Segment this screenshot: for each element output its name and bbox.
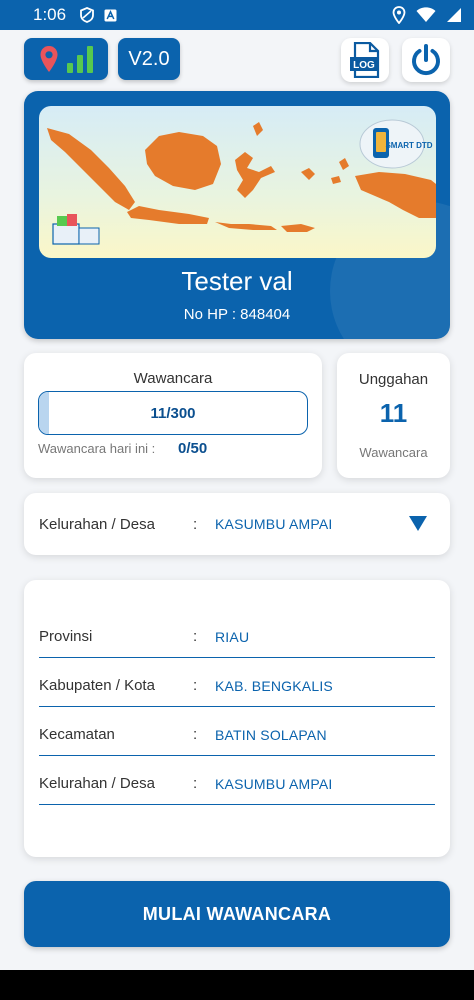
wifi-icon [416,7,436,22]
desa-dropdown-colon: : [193,515,198,533]
power-icon [412,44,440,76]
shield-icon [80,7,94,23]
desa-dropdown-value: KASUMBU AMPAI [215,516,333,532]
status-time: 1:06 [33,5,67,24]
desa-dropdown-label: Kelurahan / Desa [39,515,155,533]
app-a-icon [104,9,117,21]
smart-dtd-text: SMART DTD [385,141,432,150]
indonesia-map-banner: SMART DTD [39,106,436,258]
user-phone: No HP : 848404 [183,306,291,323]
interview-progress-bar: 11/300 [38,391,308,435]
today-interview-label: Wawancara hari ini : [38,441,156,456]
detail-colon: : [193,775,198,792]
detail-value: RIAU [215,629,250,645]
start-interview-button[interactable]: MULAI WAWANCARA [24,881,450,947]
detail-value: KASUMBU AMPAI [215,776,333,792]
detail-row-kabupaten: Kabupaten / Kota : KAB. BENGKALIS [39,659,435,707]
location-detail-card: Provinsi : RIAU Kabupaten / Kota : KAB. … [24,580,450,857]
desa-dropdown[interactable]: Kelurahan / Desa : KASUMBU AMPAI [24,493,450,555]
progress-text: 11/300 [150,404,196,422]
detail-label: Provinsi [39,628,93,645]
detail-value: BATIN SOLAPAN [215,727,327,743]
detail-label: Kecamatan [39,726,115,743]
detail-value: KAB. BENGKALIS [215,678,333,694]
interview-progress-card: Wawancara 11/300 Wawancara hari ini : 0/… [24,353,322,478]
detail-row-kecamatan: Kecamatan : BATIN SOLAPAN [39,708,435,756]
top-bar: V2.0 LOG [24,38,450,84]
signal-bars-icon [67,46,93,73]
detail-colon: : [193,726,198,743]
interview-title: Wawancara [133,370,213,387]
triangle-down-icon[interactable] [409,516,427,531]
upload-title: Unggahan [358,371,429,388]
map-pin-icon [40,46,58,72]
indonesia-map-illustration: SMART DTD [47,119,436,245]
logout-button[interactable] [402,38,450,82]
status-notification-icons [80,7,117,23]
user-name: Tester val [181,266,293,296]
cell-signal-icon [447,8,461,22]
system-navigation-bar [0,970,474,1000]
detail-colon: : [193,628,198,645]
profile-card: SMART DTD Tester val No HP : 848404 [24,91,450,339]
detail-row-kelurahan: Kelurahan / Desa : KASUMBU AMPAI [39,757,435,805]
detail-colon: : [193,677,198,694]
status-bar: 1:06 [0,0,474,30]
status-system-icons [392,6,462,24]
ballot-box-icon [52,214,100,245]
detail-row-provinsi: Provinsi : RIAU [39,610,435,658]
upload-card: Unggahan 11 Wawancara [337,353,450,478]
version-badge: V2.0 [118,38,180,80]
upload-label: Wawancara [359,445,428,460]
upload-count: 11 [379,398,408,428]
today-interview-value: 0/50 [178,440,208,457]
detail-label: Kelurahan / Desa [39,775,155,792]
log-file-icon: LOG [350,42,380,78]
log-label: LOG [353,60,375,71]
gps-signal-indicator[interactable] [24,38,108,80]
location-icon [392,6,406,24]
smart-dtd-logo: SMART DTD [359,119,433,169]
log-button[interactable]: LOG [341,38,389,82]
detail-label: Kabupaten / Kota [39,677,155,694]
